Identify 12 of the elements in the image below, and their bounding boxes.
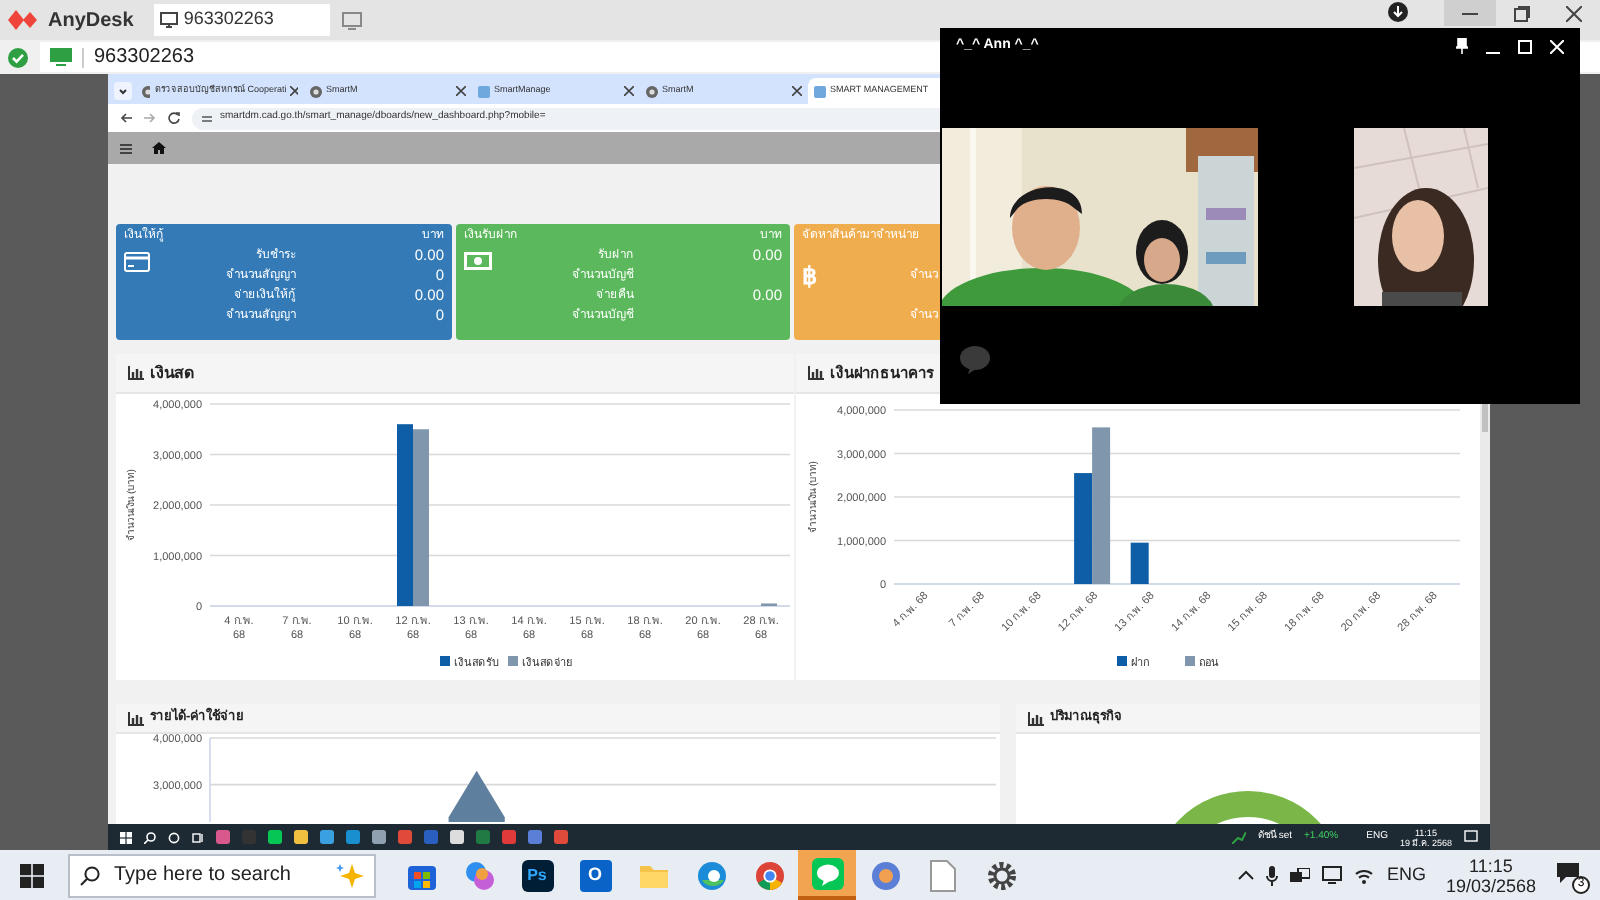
app-name: AnyDesk [48,7,134,35]
panel-title: เงินสด [150,365,194,381]
photoshop-icon: Ps [521,859,553,891]
search-field[interactable]: Type here to search [68,853,376,897]
clock-date[interactable]: 19/03/2568 [1445,875,1536,895]
session-tab[interactable]: 963302263 [153,4,330,36]
taskbar-button[interactable]: O [566,850,624,900]
baht-icon: ฿ [802,262,818,290]
taskbar-button[interactable]: Ps [508,850,566,900]
clock-time[interactable]: 11:15 [1469,855,1513,875]
mail-app-icon: O [579,859,611,891]
language-indicator[interactable]: ENG [1386,861,1426,889]
